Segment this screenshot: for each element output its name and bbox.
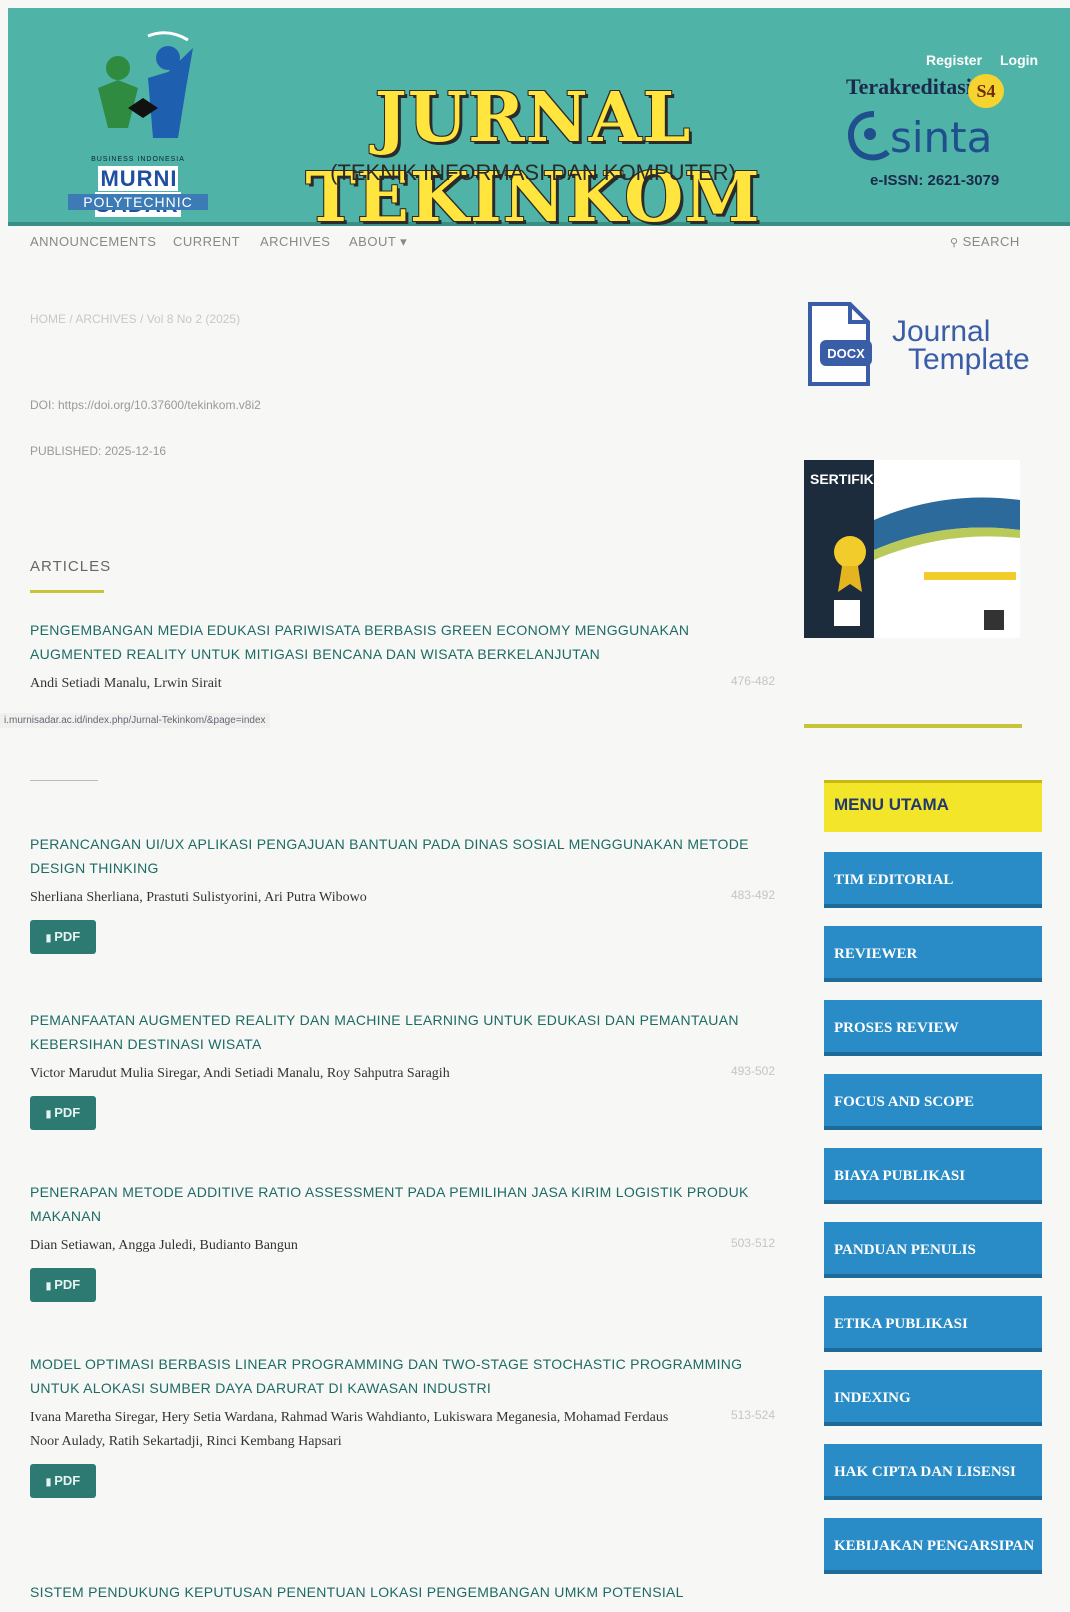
articles-heading-underline <box>30 590 104 593</box>
pdf-button[interactable]: ▮ PDF <box>30 920 96 954</box>
status-bar-url: i.murnisadar.ac.id/index.php/Jurnal-Teki… <box>0 713 270 728</box>
main-menu-header: MENU UTAMA <box>824 780 1042 832</box>
logo-top-text: BUSINESS INDONESIA <box>91 156 185 163</box>
divider <box>30 780 98 781</box>
journal-template-link[interactable]: DOCX Journal Template <box>804 300 1034 392</box>
article-item: MODEL OPTIMASI BERBASIS LINEAR PROGRAMMI… <box>30 1352 775 1498</box>
register-link[interactable]: Register <box>926 52 982 68</box>
sinta-logo[interactable]: sinta <box>846 106 1006 166</box>
docx-file-icon: DOCX <box>808 302 872 386</box>
article-authors: Victor Marudut Mulia Siregar, Andi Setia… <box>30 1066 450 1081</box>
login-link[interactable]: Login <box>1000 52 1038 68</box>
article-pages: 483-492 <box>730 888 775 902</box>
logo-figures-icon <box>98 31 193 138</box>
menu-etika-publikasi[interactable]: ETIKA PUBLIKASI <box>824 1296 1042 1352</box>
search-icon: ⚲ <box>950 237 959 249</box>
article-title-link[interactable]: PENGEMBANGAN MEDIA EDUKASI PARIWISATA BE… <box>30 618 775 666</box>
sinta-icon: sinta <box>848 111 992 162</box>
file-icon: ▮ <box>45 933 52 944</box>
accreditation-certificate[interactable]: SERTIFIKAT <box>804 460 1020 638</box>
article-authors: Sherliana Sherliana, Prastuti Sulistyori… <box>30 890 367 905</box>
article-item: PENERAPAN METODE ADDITIVE RATIO ASSESSME… <box>30 1180 775 1302</box>
file-icon: ▮ <box>45 1477 52 1488</box>
article-title-link[interactable]: PEMANFAATAN AUGMENTED REALITY DAN MACHIN… <box>30 1008 775 1056</box>
issue-doi[interactable]: DOI: https://doi.org/10.37600/tekinkom.v… <box>30 398 261 412</box>
article-pages: 476-482 <box>730 674 775 688</box>
article-authors: Andi Setiadi Manalu, Lrwin Sirait <box>30 676 222 691</box>
search-label: SEARCH <box>962 234 1020 249</box>
svg-text:DOCX: DOCX <box>827 346 865 361</box>
article-pages: 503-512 <box>730 1236 775 1250</box>
menu-proses-review[interactable]: PROSES REVIEW <box>824 1000 1042 1056</box>
menu-panduan-penulis[interactable]: PANDUAN PENULIS <box>824 1222 1042 1278</box>
article-pages: 493-502 <box>730 1064 775 1078</box>
article-item: PENGEMBANGAN MEDIA EDUKASI PARIWISATA BE… <box>30 618 775 696</box>
main-menu-title: MENU UTAMA <box>834 795 949 814</box>
accreditation-label: Terakreditasi <box>846 74 972 99</box>
nav-about[interactable]: ABOUT ▾ <box>349 234 407 250</box>
nav-announcements[interactable]: ANNOUNCEMENTS <box>30 234 156 249</box>
pdf-button[interactable]: ▮ PDF <box>30 1268 96 1302</box>
pdf-button[interactable]: ▮ PDF <box>30 1096 96 1130</box>
site-header: BUSINESS INDONESIA MURNI SADAR POLYTECHN… <box>8 8 1070 238</box>
journal-subtitle: (TEKNIK INFORMASI DAN KOMPUTER) <box>330 160 736 185</box>
article-item: SISTEM PENDUKUNG KEPUTUSAN PENENTUAN LOK… <box>30 1580 775 1604</box>
nav-archives[interactable]: ARCHIVES <box>260 234 330 249</box>
menu-indexing[interactable]: INDEXING <box>824 1370 1042 1426</box>
article-item: PERANCANGAN UI/UX APLIKASI PENGAJUAN BAN… <box>30 832 775 954</box>
sidebar-divider <box>804 724 1022 728</box>
articles-heading: ARTICLES <box>30 558 112 575</box>
svg-text:SERTIFIKAT: SERTIFIKAT <box>810 471 892 487</box>
article-title-link[interactable]: SISTEM PENDUKUNG KEPUTUSAN PENENTUAN LOK… <box>30 1580 775 1604</box>
main-nav: ANNOUNCEMENTS CURRENT ARCHIVES ABOUT ▾ ⚲… <box>30 234 1020 258</box>
logo-subtitle: POLYTECHNIC <box>68 194 208 210</box>
menu-reviewer[interactable]: REVIEWER <box>824 926 1042 982</box>
article-pages: 513-524 <box>730 1408 775 1422</box>
nav-current[interactable]: CURRENT <box>173 234 240 249</box>
file-icon: ▮ <box>45 1109 52 1120</box>
pdf-button[interactable]: ▮ PDF <box>30 1464 96 1498</box>
article-item: PEMANFAATAN AUGMENTED REALITY DAN MACHIN… <box>30 1008 775 1130</box>
file-icon: ▮ <box>45 1281 52 1292</box>
svg-text:sinta: sinta <box>890 113 992 162</box>
menu-tim-editorial[interactable]: TIM EDITORIAL <box>824 852 1042 908</box>
nav-search[interactable]: ⚲ SEARCH <box>950 234 1020 249</box>
menu-focus-and-scope[interactable]: FOCUS AND SCOPE <box>824 1074 1042 1130</box>
breadcrumb[interactable]: HOME / ARCHIVES / Vol 8 No 2 (2025) <box>30 312 240 326</box>
issn-label: e-ISSN: 2621-3079 <box>870 172 1000 189</box>
article-authors: Ivana Maretha Siregar, Hery Setia Wardan… <box>30 1410 669 1449</box>
article-title-link[interactable]: PENERAPAN METODE ADDITIVE RATIO ASSESSME… <box>30 1180 775 1228</box>
logo-name: MURNI SADAR <box>58 166 218 218</box>
accreditation-badge: S4 <box>968 74 1004 108</box>
menu-biaya-publikasi[interactable]: BIAYA PUBLIKASI <box>824 1148 1042 1204</box>
journal-title[interactable]: JURNAL TEKINKOM <box>223 78 843 238</box>
article-authors: Dian Setiawan, Angga Juledi, Budianto Ba… <box>30 1238 298 1253</box>
certificate-image: SERTIFIKAT <box>804 460 1020 638</box>
issue-published-date: PUBLISHED: 2025-12-16 <box>30 444 167 458</box>
menu-kebijakan-pengarsipan[interactable]: KEBIJAKAN PENGARSIPAN <box>824 1518 1042 1574</box>
murni-sadar-logo[interactable]: BUSINESS INDONESIA MURNI SADAR POLYTECHN… <box>58 28 218 217</box>
article-title-link[interactable]: PERANCANGAN UI/UX APLIKASI PENGAJUAN BAN… <box>30 832 775 880</box>
article-title-link[interactable]: MODEL OPTIMASI BERBASIS LINEAR PROGRAMMI… <box>30 1352 775 1400</box>
journal-template-label: Journal Template <box>892 315 1030 376</box>
menu-hak-cipta[interactable]: HAK CIPTA DAN LISENSI <box>824 1444 1042 1500</box>
